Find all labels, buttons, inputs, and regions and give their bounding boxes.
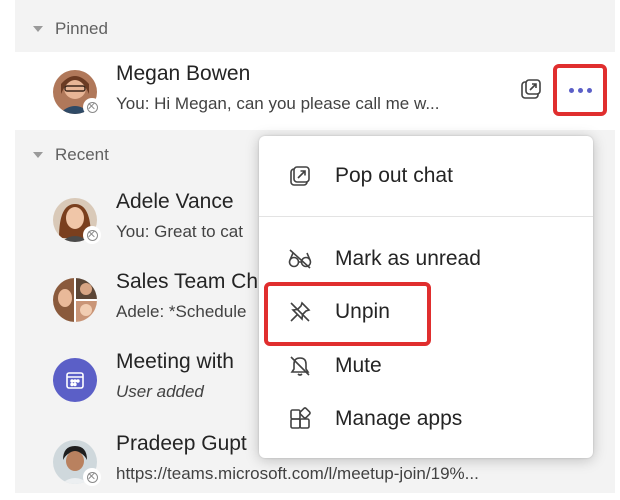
menu-divider: [259, 216, 593, 217]
menu-label: Mute: [335, 354, 382, 377]
calendar-icon: [66, 372, 84, 389]
more-options-icon: [568, 87, 574, 93]
chat-preview: https://teams.microsoft.com/l/meetup-joi…: [116, 464, 479, 483]
unpin-icon: [285, 297, 315, 327]
menu-item-pop-out-chat[interactable]: Pop out chat: [259, 152, 593, 200]
popout-icon: [521, 79, 541, 99]
section-header-recent[interactable]: Recent: [15, 140, 109, 170]
collapse-caret-icon: [33, 26, 43, 32]
chat-context-menu: Pop out chat Mark as unread Unpin Mute M…: [259, 136, 593, 458]
collapse-caret-icon: [33, 152, 43, 158]
section-header-pinned[interactable]: Pinned: [15, 14, 108, 44]
menu-label: Pop out chat: [335, 164, 453, 187]
menu-item-mark-as-unread[interactable]: Mark as unread: [259, 235, 593, 283]
chat-name: Meeting with: [116, 350, 234, 373]
chat-preview: You: Hi Megan, can you please call me w.…: [116, 94, 440, 113]
chat-preview: Adele: *Schedule: [116, 302, 247, 321]
popout-button[interactable]: [518, 76, 544, 102]
menu-label: Unpin: [335, 300, 390, 323]
apps-icon: [285, 404, 315, 434]
chat-name: Pradeep Gupt: [116, 432, 247, 455]
menu-label: Mark as unread: [335, 247, 481, 270]
menu-item-manage-apps[interactable]: Manage apps: [259, 395, 593, 443]
section-label: Recent: [55, 145, 109, 164]
glasses-icon: [285, 244, 315, 274]
menu-label: Manage apps: [335, 407, 463, 430]
status-offline-icon: [83, 468, 101, 486]
meeting-avatar: [53, 358, 97, 402]
status-offline-icon: [83, 98, 101, 116]
group-avatar: [53, 278, 97, 322]
menu-item-unpin[interactable]: Unpin: [259, 288, 593, 336]
chat-preview: You: Great to cat: [116, 222, 243, 241]
status-offline-icon: [83, 226, 101, 244]
section-label: Pinned: [55, 19, 108, 38]
chat-item-megan-bowen[interactable]: Megan Bowen You: Hi Megan, can you pleas…: [15, 52, 615, 130]
chat-name: Adele Vance: [116, 190, 234, 213]
bell-off-icon: [285, 351, 315, 381]
menu-item-mute[interactable]: Mute: [259, 342, 593, 390]
more-options-button[interactable]: [553, 64, 607, 116]
chat-name: Sales Team Ch: [116, 270, 259, 293]
chat-preview: User added: [116, 382, 204, 401]
popout-icon: [285, 161, 315, 191]
chat-name: Megan Bowen: [116, 62, 251, 85]
